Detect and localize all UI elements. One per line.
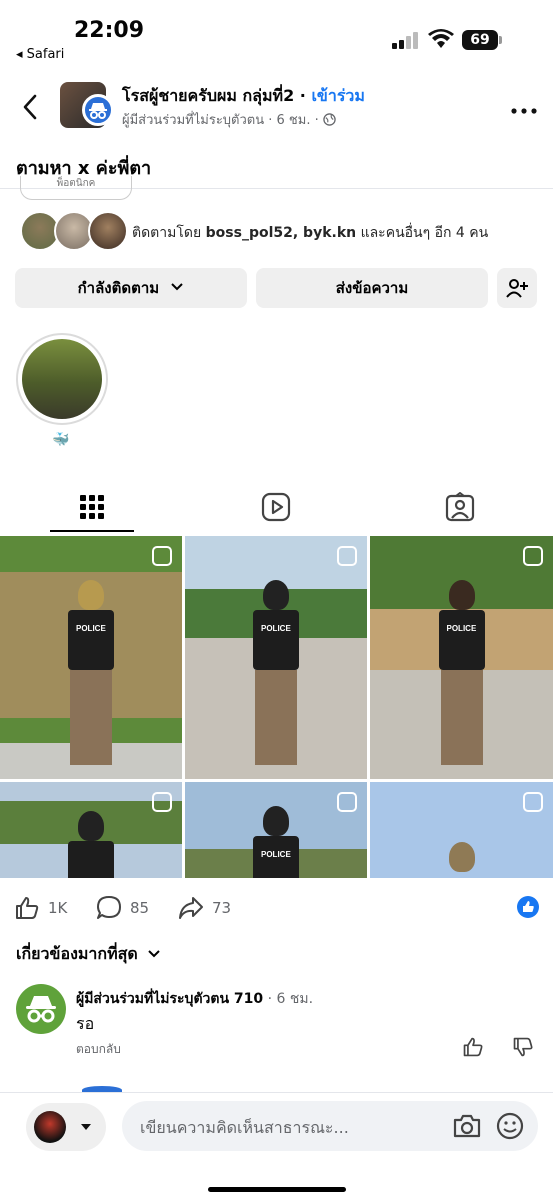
post-time[interactable]: 6 ชม. [277,113,311,128]
police-badge-text: POLICE [446,623,477,633]
multi-photo-icon [523,546,543,566]
police-badge-text: POLICE [76,623,106,633]
comment-sort-dropdown[interactable]: เกี่ยวข้องมากที่สุด [16,942,161,967]
sort-label: เกี่ยวข้องมากที่สุด [16,944,138,963]
multi-photo-icon [523,792,543,812]
reel-icon [152,792,172,812]
chevron-down-icon [148,950,161,958]
comment-composer: เขียนความคิดเห็นสาธารณะ... [0,1092,553,1200]
like-count: 1K [48,899,68,917]
thumbs-down-icon[interactable] [512,1036,534,1058]
following-label: กำลังติดตาม [77,279,160,297]
add-user-icon [506,279,528,298]
tab-reels[interactable] [184,480,368,534]
thumbs-up-icon[interactable] [462,1036,484,1058]
post-header: โรสผู้ชายครับผม กลุ่มที่2 · เข้าร่วม ผู้… [0,76,553,140]
grid-post[interactable]: POLICE [370,536,553,779]
group-name[interactable]: โรสผู้ชายครับผม กลุ่มที่2 [122,86,294,105]
reaction-bar: 1K 85 73 [0,892,553,924]
comment-time: · 6 ชม. [263,991,314,1007]
posts-grid: POLICE POLICE POLICE POLICE [0,536,553,878]
multi-photo-icon [337,546,357,566]
current-user-avatar [34,1111,66,1143]
message-label: ส่งข้อความ [335,279,409,297]
add-user-button[interactable] [497,268,537,308]
followed-by-suffix: และคนอื่นๆ อีก 4 คน [356,225,489,241]
active-tab-indicator [50,530,134,532]
battery-indicator: 69 [462,30,498,50]
group-title-row: โรสผู้ชายครับผม กลุ่มที่2 · เข้าร่วม [122,84,365,109]
grid-post[interactable] [0,782,182,878]
police-badge-text: POLICE [261,623,291,633]
reel-icon [337,792,357,812]
cut-off-chip: พ็อตนิกค [20,176,132,200]
comment-button[interactable]: 85 [96,894,149,922]
comment-count: 85 [130,899,150,917]
followed-by-prefix: ติดตามโดย [132,225,206,241]
police-badge-text: POLICE [261,850,291,859]
grid-icon [80,495,104,519]
profile-tabs [0,480,553,534]
reply-link[interactable]: ตอบกลับ [76,1040,121,1059]
grid-post[interactable]: POLICE [0,536,182,779]
multi-photo-icon [152,546,172,566]
post-meta: ผู้มีส่วนร่วมที่ไม่ระบุตัวตน · 6 ชม. · [122,109,336,130]
tab-tagged[interactable] [368,480,552,534]
back-to-safari-link[interactable]: ◂ Safari [16,47,64,62]
message-button[interactable]: ส่งข้อความ [256,268,488,308]
anonymous-member-icon[interactable] [16,984,66,1034]
comment-body: รอ [76,1014,95,1033]
grid-post[interactable]: POLICE [185,536,367,779]
clock: 22:09 [74,18,145,43]
follower-avatar [88,211,128,251]
share-arrow-icon [179,897,203,919]
chevron-down-icon [171,283,184,291]
comment-bubble-icon [97,896,121,919]
story-highlight[interactable] [16,333,108,425]
emoji-icon[interactable] [496,1112,524,1140]
status-bar: 22:09 ◂ Safari 69 [0,0,553,70]
tab-posts-grid[interactable] [0,480,184,534]
followed-by-row: ติดตามโดย boss_pol52, byk.kn และคนอื่นๆ … [20,211,540,251]
thumbs-up-icon [16,897,39,919]
tagged-icon [445,492,475,522]
like-reaction-icon [517,896,539,918]
caret-down-icon [81,1124,91,1130]
comment: ผู้มีส่วนร่วมที่ไม่ระบุตัวตน 710 · 6 ชม.… [16,984,536,1064]
more-options-icon[interactable] [511,104,537,115]
reels-icon [261,492,291,522]
grid-post[interactable]: POLICE [185,782,367,878]
wifi-icon [428,29,454,48]
share-count: 73 [212,899,232,917]
following-button[interactable]: กำลังติดตาม [15,268,247,308]
cellular-signal-icon [392,31,420,49]
comment-author[interactable]: ผู้มีส่วนร่วมที่ไม่ระบุตัวตน 710 [76,991,263,1007]
highlight-thumbnail [22,339,102,419]
back-arrow-icon[interactable] [18,92,42,122]
grid-post[interactable] [370,782,553,878]
title-separator: · [294,86,312,105]
anonymous-member-icon [82,94,114,126]
profile-switcher-button[interactable] [26,1103,106,1151]
followed-by-names[interactable]: boss_pol52, byk.kn [206,225,356,241]
home-indicator [208,1187,346,1192]
like-button[interactable]: 1K [14,894,67,922]
globe-icon [323,113,336,126]
join-group-link[interactable]: เข้าร่วม [311,86,365,105]
followed-by-text: ติดตามโดย boss_pol52, byk.kn และคนอื่นๆ … [132,222,488,244]
comment-placeholder: เขียนความคิดเห็นสาธารณะ... [140,1118,349,1137]
battery-tip [499,36,502,44]
highlight-label: 🐳 [52,432,70,448]
comment-author-row: ผู้มีส่วนร่วมที่ไม่ระบุตัวตน 710 · 6 ชม. [76,988,313,1010]
camera-icon[interactable] [452,1113,482,1139]
share-button[interactable]: 73 [178,894,231,922]
post-author: ผู้มีส่วนร่วมที่ไม่ระบุตัวตน [122,113,265,128]
comment-input[interactable]: เขียนความคิดเห็นสาธารณะ... [122,1101,538,1151]
